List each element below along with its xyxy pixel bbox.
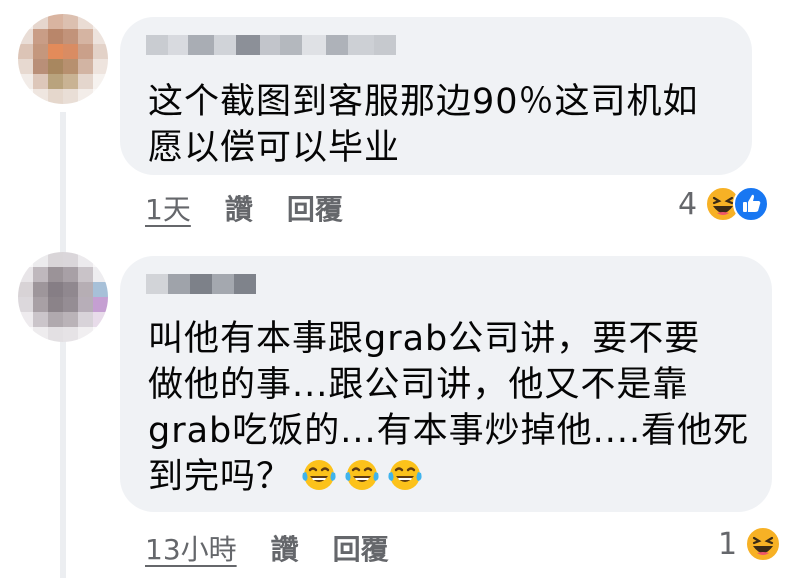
haha-icon [745, 526, 782, 562]
comment-actions: 13小時 讚 回覆 [145, 528, 389, 568]
tears-of-joy-icon [300, 456, 338, 498]
reply-button[interactable]: 回覆 [287, 188, 343, 228]
reaction-summary[interactable]: 4 [678, 186, 770, 222]
author-name[interactable] [146, 274, 256, 294]
reaction-count: 4 [678, 186, 698, 222]
like-icon [733, 186, 770, 222]
comment-text: 这个截图到客服那边90％这司机如 愿以偿可以毕业 [148, 82, 699, 168]
timestamp[interactable]: 1天 [145, 188, 191, 228]
reaction-count: 1 [718, 526, 738, 562]
reaction-summary[interactable]: 1 [718, 526, 782, 562]
comment-bubble: 叫他有本事跟grab公司讲，要不要 做他的事...跟公司讲，他又不是靠 grab… [120, 256, 772, 512]
author-name[interactable] [146, 35, 396, 55]
thread-line [60, 112, 66, 578]
reply-button[interactable]: 回覆 [333, 528, 389, 568]
comment-text: 叫他有本事跟grab公司讲，要不要 做他的事...跟公司讲，他又不是靠 grab… [148, 319, 750, 497]
avatar[interactable] [18, 252, 108, 342]
avatar[interactable] [18, 14, 108, 104]
timestamp[interactable]: 13小時 [145, 528, 237, 568]
comment-bubble: 这个截图到客服那边90％这司机如 愿以偿可以毕业 [120, 17, 752, 175]
comment-body: 叫他有本事跟grab公司讲，要不要 做他的事...跟公司讲，他又不是靠 grab… [148, 316, 749, 500]
inline-emojis [300, 456, 424, 498]
tears-of-joy-icon [386, 456, 424, 498]
comment-actions: 1天 讚 回覆 [145, 188, 343, 228]
like-button[interactable]: 讚 [271, 528, 299, 568]
tears-of-joy-icon [343, 456, 381, 498]
like-button[interactable]: 讚 [225, 188, 253, 228]
